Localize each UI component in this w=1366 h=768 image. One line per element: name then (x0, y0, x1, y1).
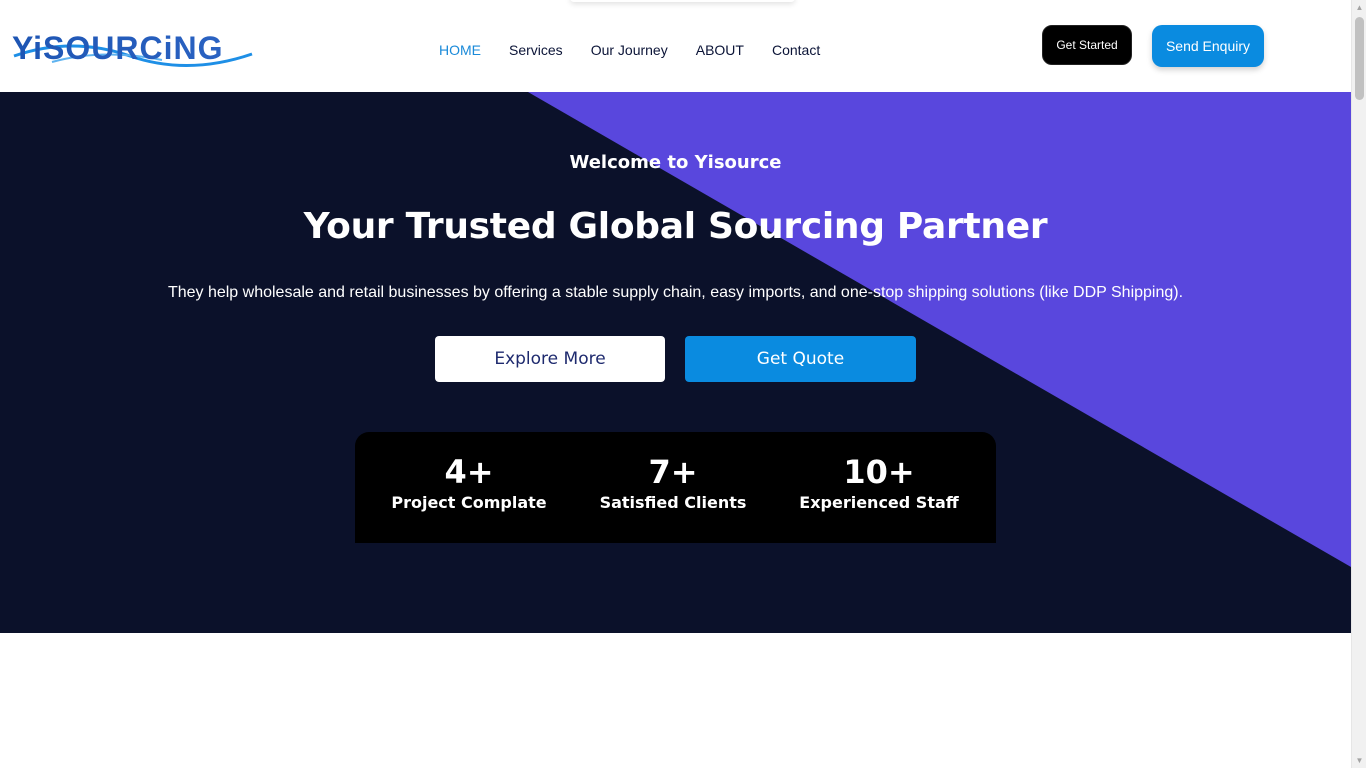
nav-home[interactable]: HOME (439, 41, 481, 59)
site-header: YiSOURCiNG HOME Services Our Journey ABO… (0, 0, 1351, 92)
hero-diagonal-background (0, 92, 1351, 633)
logo[interactable]: YiSOURCiNG (12, 26, 264, 70)
hero-headline: Your Trusted Global Sourcing Partner (303, 206, 1048, 247)
stat-staff: 10+ Experienced Staff (779, 452, 979, 513)
nav-our-journey[interactable]: Our Journey (591, 41, 668, 59)
stat-value: 7+ (648, 453, 698, 491)
logo-text: YiSOURCiNG (12, 30, 224, 66)
get-quote-button[interactable]: Get Quote (685, 336, 916, 382)
stat-label: Satisfied Clients (599, 493, 747, 512)
main-nav: HOME Services Our Journey ABOUT Contact (424, 41, 820, 59)
stat-value: 4+ (444, 453, 494, 491)
nav-services[interactable]: Services (509, 41, 563, 59)
stats-panel: 4+ Project Complate 7+ Satisfied Clients… (355, 432, 996, 543)
nav-contact[interactable]: Contact (772, 41, 820, 59)
logo-image: YiSOURCiNG (12, 30, 253, 67)
explore-more-button[interactable]: Explore More (435, 336, 665, 382)
scrollbar-thumb[interactable] (1355, 17, 1364, 100)
triangle-up-icon[interactable]: ▲ (1352, 0, 1366, 15)
stat-clients: 7+ Satisfied Clients (573, 452, 773, 513)
hero-section: Welcome to Yisource Your Trusted Global … (0, 92, 1351, 633)
stat-projects: 4+ Project Complate (370, 452, 568, 513)
stat-value: 10+ (843, 453, 915, 491)
hero-subtext: They help wholesale and retail businesse… (167, 284, 1184, 301)
triangle-down-icon[interactable]: ▼ (1352, 753, 1366, 768)
stat-label: Experienced Staff (799, 493, 959, 512)
stat-label: Project Complate (391, 493, 547, 512)
hero-welcome: Welcome to Yisource (569, 152, 782, 173)
nav-about[interactable]: ABOUT (696, 41, 744, 59)
page-scrollbar[interactable]: ▲ ▼ (1351, 0, 1366, 768)
get-started-button[interactable]: Get Started (1042, 25, 1132, 65)
send-enquiry-button[interactable]: Send Enquiry (1152, 25, 1264, 67)
header-shadow (570, 0, 795, 2)
